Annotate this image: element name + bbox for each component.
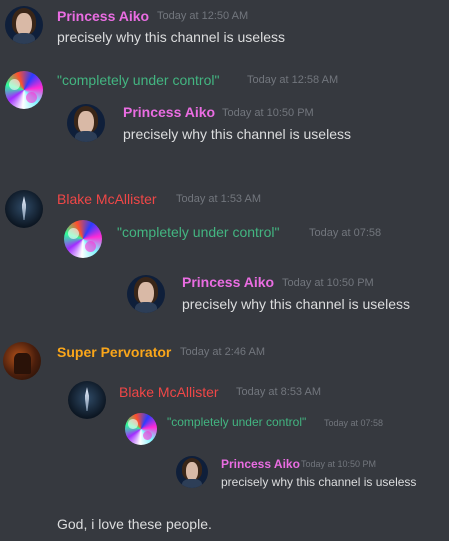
timestamp: Today at 12:50 AM: [157, 10, 249, 22]
message-text: precisely why this channel is useless: [221, 475, 417, 489]
username[interactable]: Super Pervorator: [57, 344, 171, 360]
timestamp: Today at 12:58 AM: [247, 74, 339, 86]
username[interactable]: Princess Aiko: [57, 8, 149, 24]
timestamp: Today at 8:53 AM: [236, 386, 321, 398]
avatar[interactable]: [176, 456, 208, 488]
message-text: God, i love these people.: [57, 516, 212, 532]
avatar[interactable]: [3, 342, 41, 380]
timestamp: Today at 07:58: [324, 418, 384, 428]
avatar[interactable]: [68, 381, 106, 419]
timestamp: Today at 10:50 PM: [222, 107, 314, 119]
timestamp: Today at 10:50 PM: [301, 459, 377, 469]
timestamp: Today at 1:53 AM: [176, 193, 261, 205]
avatar[interactable]: [127, 275, 165, 313]
message-text: precisely why this channel is useless: [123, 126, 351, 142]
timestamp: Today at 2:46 AM: [180, 346, 265, 358]
message-text: precisely why this channel is useless: [57, 29, 285, 45]
avatar[interactable]: [125, 413, 157, 445]
username[interactable]: Blake McAllister: [57, 191, 157, 207]
username[interactable]: Princess Aiko: [123, 104, 215, 120]
message-text: precisely why this channel is useless: [182, 296, 410, 312]
username[interactable]: "completely under control": [57, 72, 219, 88]
username[interactable]: Princess Aiko: [221, 457, 300, 471]
avatar[interactable]: [5, 71, 43, 109]
username[interactable]: "completely under control": [167, 415, 306, 429]
avatar[interactable]: [67, 104, 105, 142]
avatar[interactable]: [64, 220, 102, 258]
timestamp: Today at 07:58: [309, 227, 382, 239]
avatar[interactable]: [5, 190, 43, 228]
username[interactable]: "completely under control": [117, 224, 279, 240]
timestamp: Today at 10:50 PM: [282, 277, 374, 289]
avatar[interactable]: [5, 6, 43, 44]
username[interactable]: Blake McAllister: [119, 384, 219, 400]
username[interactable]: Princess Aiko: [182, 274, 274, 290]
